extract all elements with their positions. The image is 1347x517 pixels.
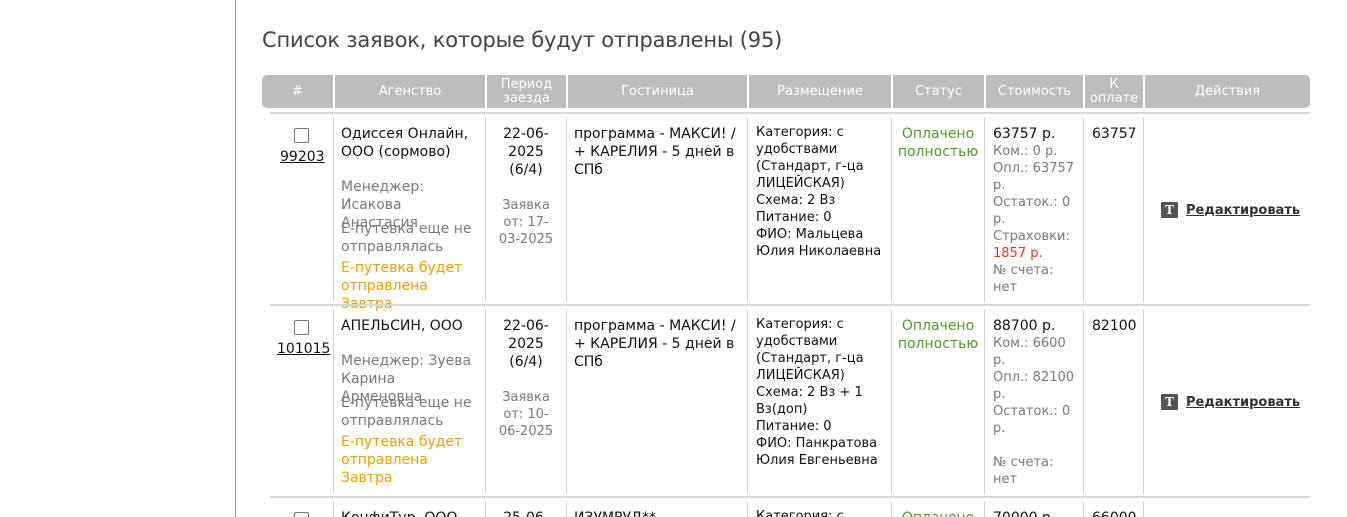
cell-divider bbox=[485, 118, 486, 302]
order-date: Заявка от: 10-06-2025 bbox=[498, 390, 554, 439]
check-in-period: 22-06-2025 (6/4) bbox=[503, 126, 549, 178]
payment-status: Оплачено полностью bbox=[897, 318, 979, 352]
cell-divider bbox=[1143, 310, 1144, 494]
cell-divider bbox=[333, 502, 334, 517]
edit-button[interactable]: T Редактировать bbox=[1161, 394, 1300, 410]
col-to-pay: К оплате bbox=[1085, 75, 1145, 108]
order-id-link[interactable]: 101015 bbox=[277, 341, 330, 357]
row-select-checkbox[interactable] bbox=[294, 128, 309, 143]
cell-divider bbox=[1083, 118, 1084, 302]
col-agency: Агенство bbox=[335, 75, 487, 108]
table-header: # Агенство Период заезда Гостиница Разме… bbox=[262, 75, 1310, 108]
row-select-checkbox[interactable] bbox=[294, 320, 309, 335]
agency-name: АПЕЛЬСИН, ООО bbox=[341, 318, 463, 334]
payment-status: Оплачено bbox=[896, 509, 980, 517]
placement-info: Категория: с удобствами (Стандарт, г-ца … bbox=[756, 317, 878, 468]
cost-total: 88700 р. bbox=[993, 318, 1056, 334]
account-number: № счета: нет bbox=[993, 455, 1054, 487]
col-actions: Действия bbox=[1194, 83, 1261, 99]
cost-details: Ком.: 0 р. Опл.: 63757 р. Остаток.: 0 р.… bbox=[993, 144, 1075, 244]
text-edit-icon: T bbox=[1161, 202, 1178, 218]
col-cost: Стоимость bbox=[986, 75, 1085, 108]
cell-divider bbox=[984, 502, 985, 517]
table-row: КонфиТур, ООО 25-06- ИЗУМРУД** Категория… bbox=[270, 498, 1310, 517]
col-placement: Размещение bbox=[749, 75, 893, 108]
hotel-name: программа - МАКСИ! / + КАРЕЛИЯ - 5 дней … bbox=[574, 126, 736, 178]
amount-to-pay: 82100 bbox=[1092, 318, 1137, 334]
order-id-link[interactable]: 99203 bbox=[280, 149, 325, 165]
cell-divider bbox=[1083, 310, 1084, 494]
cell-divider bbox=[747, 310, 748, 494]
text-edit-icon: T bbox=[1161, 394, 1178, 410]
col-number: # bbox=[262, 75, 335, 108]
cost-details: Ком.: 6600 р. Опл.: 82100 р. Остаток.: 0… bbox=[993, 336, 1075, 436]
cell-divider bbox=[333, 118, 334, 302]
amount-to-pay: 66000 bbox=[1092, 509, 1142, 517]
epass-status: Е-путевка еще не отправлялась bbox=[341, 395, 472, 429]
cost-total: 63757 р. bbox=[993, 126, 1056, 142]
order-date: Заявка от: 17-03-2025 bbox=[498, 198, 554, 247]
cell-divider bbox=[485, 310, 486, 494]
cost-total: 70000 р. bbox=[993, 509, 1081, 517]
page-title: Список заявок, которые будут отправлены … bbox=[262, 28, 783, 52]
placement-info: Категория: с удобствами (Стандарт, г-ца … bbox=[756, 125, 882, 259]
cell-divider bbox=[891, 310, 892, 494]
col-hotel: Гостиница bbox=[568, 75, 749, 108]
agency-name: КонфиТур, ООО bbox=[341, 509, 481, 517]
left-divider bbox=[235, 0, 236, 517]
cell-divider bbox=[1143, 118, 1144, 302]
table-row: 99203 Одиссея Онлайн, ООО (сормово) Мене… bbox=[270, 114, 1310, 312]
cell-divider bbox=[891, 502, 892, 517]
col-period: Период заезда bbox=[487, 75, 568, 108]
cell-divider bbox=[891, 118, 892, 302]
cell-divider bbox=[747, 118, 748, 302]
epass-status: Е-путевка еще не отправлялась bbox=[341, 221, 472, 255]
epass-plan: Е-путевка будет отправлена Завтра bbox=[341, 434, 463, 486]
hotel-name: ИЗУМРУД** bbox=[574, 509, 744, 517]
payment-status: Оплачено полностью bbox=[897, 126, 979, 160]
check-in-period: 25-06- bbox=[495, 509, 557, 517]
check-in-period: 22-06-2025 (6/4) bbox=[503, 318, 549, 370]
col-status: Статус bbox=[893, 75, 986, 108]
row-select-checkbox[interactable] bbox=[294, 512, 309, 517]
agency-name: Одиссея Онлайн, ООО (сормово) bbox=[341, 126, 469, 160]
edit-button[interactable]: T Редактировать bbox=[1161, 202, 1300, 218]
cell-divider bbox=[485, 502, 486, 517]
insurance-amount: 1857 р. bbox=[993, 246, 1043, 261]
hotel-name: программа - МАКСИ! / + КАРЕЛИЯ - 5 дней … bbox=[574, 318, 736, 370]
cell-divider bbox=[1143, 502, 1144, 517]
amount-to-pay: 63757 bbox=[1092, 126, 1137, 142]
table-row: 101015 АПЕЛЬСИН, ООО Менеджер: Зуева Кар… bbox=[270, 306, 1310, 496]
cell-divider bbox=[333, 310, 334, 494]
edit-label: Редактировать bbox=[1186, 202, 1301, 218]
cell-divider bbox=[984, 310, 985, 494]
account-number: № счета: нет bbox=[993, 263, 1054, 295]
placement-info: Категория: с bbox=[756, 509, 844, 517]
cell-divider bbox=[566, 118, 567, 302]
cell-divider bbox=[984, 118, 985, 302]
cell-divider bbox=[566, 502, 567, 517]
cell-divider bbox=[566, 310, 567, 494]
cell-divider bbox=[1083, 502, 1084, 517]
cell-divider bbox=[747, 502, 748, 517]
edit-label: Редактировать bbox=[1186, 394, 1301, 410]
